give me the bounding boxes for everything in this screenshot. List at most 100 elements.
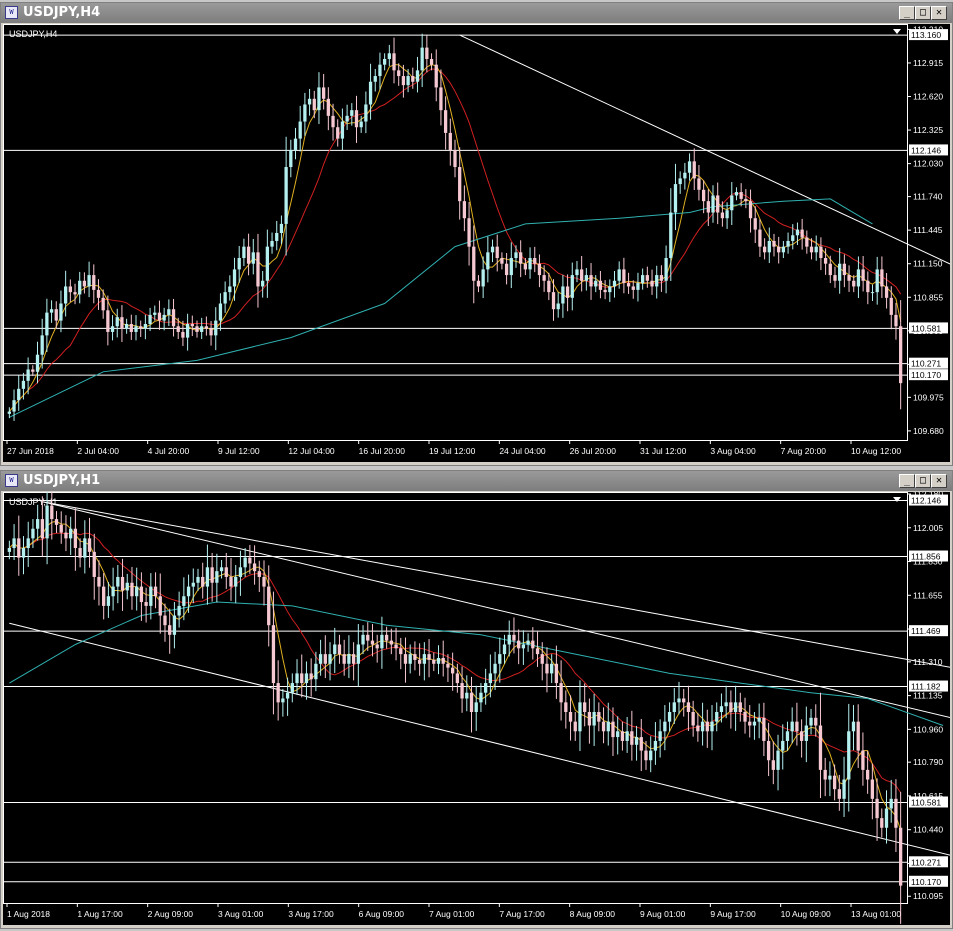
candle-body xyxy=(246,246,251,264)
candle-body xyxy=(663,721,667,732)
y-tick-label: 111.445 xyxy=(913,225,943,235)
candle-body xyxy=(856,721,860,751)
candle-body xyxy=(285,692,290,699)
x-tick-label: 2 Aug 09:00 xyxy=(148,909,194,919)
symbol-label: USDJPY,H1 xyxy=(9,497,57,507)
minimize-button[interactable]: _ xyxy=(899,6,915,20)
candle-body xyxy=(144,602,148,606)
candle-body xyxy=(899,326,903,384)
candle-body xyxy=(12,538,16,549)
level-price-label: 111.182 xyxy=(911,682,941,692)
candle-body xyxy=(474,702,478,713)
y-tick-label: 112.620 xyxy=(913,92,943,102)
candle-body xyxy=(185,323,190,338)
candle-body xyxy=(441,657,445,664)
candle-body xyxy=(120,576,125,591)
candle-body xyxy=(139,586,144,603)
restore-button[interactable]: □ xyxy=(915,6,931,20)
candle-body xyxy=(710,721,714,732)
candle-body xyxy=(157,312,162,321)
candle-body xyxy=(304,673,309,684)
h4-price-chart[interactable]: USDJPY,H4113.210112.915112.620112.325112… xyxy=(3,24,950,462)
candle-body xyxy=(752,721,757,726)
candle-body xyxy=(469,692,474,713)
candle-body xyxy=(392,53,396,71)
candle-body xyxy=(828,263,832,276)
candle-body xyxy=(462,201,467,219)
candle-body xyxy=(229,576,233,587)
candle-body xyxy=(403,654,408,664)
candle-body xyxy=(7,548,12,552)
candle-body xyxy=(655,275,659,287)
chart-window-h1[interactable]: W USDJPY,H1 _ □ ✕ USDJPY,H1112.180112.00… xyxy=(0,470,953,929)
candle-body xyxy=(799,731,804,741)
candle-body xyxy=(251,252,255,264)
y-tick-label: 110.855 xyxy=(913,292,943,302)
level-price-label: 112.146 xyxy=(911,145,941,155)
y-tick-label: 111.740 xyxy=(913,192,943,202)
window-titlebar[interactable]: W USDJPY,H1 _ □ ✕ xyxy=(1,471,952,491)
candle-body xyxy=(894,798,898,828)
candle-body xyxy=(715,712,719,722)
candle-body xyxy=(307,98,312,105)
candle-body xyxy=(852,280,856,287)
candle-body xyxy=(158,596,162,616)
candle-body xyxy=(587,712,592,726)
candle-body xyxy=(73,528,78,549)
candle-body xyxy=(186,586,191,597)
candle-body xyxy=(667,712,672,722)
candle-body xyxy=(26,538,30,549)
candle-body xyxy=(757,717,761,722)
candle-body xyxy=(256,252,260,287)
candle-body xyxy=(612,280,617,287)
minimize-button[interactable]: _ xyxy=(899,474,915,488)
candle-body xyxy=(559,683,563,703)
candle-body xyxy=(545,663,549,674)
candle-body xyxy=(767,240,771,253)
x-tick-label: 7 Aug 01:00 xyxy=(429,909,475,919)
candle-body xyxy=(781,246,786,253)
candle-body xyxy=(502,644,507,655)
candle-body xyxy=(823,258,828,264)
candle-body xyxy=(583,702,587,713)
candle-body xyxy=(417,659,422,664)
candle-body xyxy=(359,121,363,128)
window-title: USDJPY,H1 xyxy=(23,473,101,488)
candle-body xyxy=(384,634,389,641)
candle-body xyxy=(337,644,342,655)
level-price-label: 112.146 xyxy=(911,496,941,506)
candle-body xyxy=(21,548,26,558)
restore-button[interactable]: □ xyxy=(915,474,931,488)
candle-body xyxy=(724,702,728,707)
close-button[interactable]: ✕ xyxy=(931,474,947,488)
candle-body xyxy=(366,634,370,641)
candle-body xyxy=(556,303,560,310)
candle-body xyxy=(847,731,851,780)
candle-body xyxy=(611,721,615,738)
candle-body xyxy=(234,576,238,587)
x-tick-label: 1 Aug 2018 xyxy=(7,909,50,919)
candle-body xyxy=(720,212,725,219)
h1-price-chart[interactable]: USDJPY,H1112.180112.005111.830111.655111… xyxy=(3,492,950,925)
candle-body xyxy=(870,779,874,799)
close-button[interactable]: ✕ xyxy=(931,6,947,20)
candle-body xyxy=(413,654,417,660)
candle-body xyxy=(21,380,26,389)
candle-body xyxy=(265,246,269,281)
candle-body xyxy=(408,654,412,664)
candle-body xyxy=(176,326,180,332)
candle-body xyxy=(573,721,577,732)
level-price-label: 111.856 xyxy=(911,552,941,562)
candle-body xyxy=(309,673,313,680)
window-titlebar[interactable]: W USDJPY,H4 _ □ ✕ xyxy=(1,3,952,23)
candle-body xyxy=(35,354,40,372)
candle-body xyxy=(411,76,415,82)
chart-window-h4[interactable]: W USDJPY,H4 _ □ ✕ USDJPY,H4113.210112.91… xyxy=(0,2,953,466)
candle-body xyxy=(347,654,351,664)
candle-body xyxy=(303,104,307,122)
candle-body xyxy=(486,252,490,270)
candle-body xyxy=(561,286,565,304)
candle-body xyxy=(658,731,662,741)
candle-body xyxy=(682,698,686,703)
candle-body xyxy=(653,740,658,751)
